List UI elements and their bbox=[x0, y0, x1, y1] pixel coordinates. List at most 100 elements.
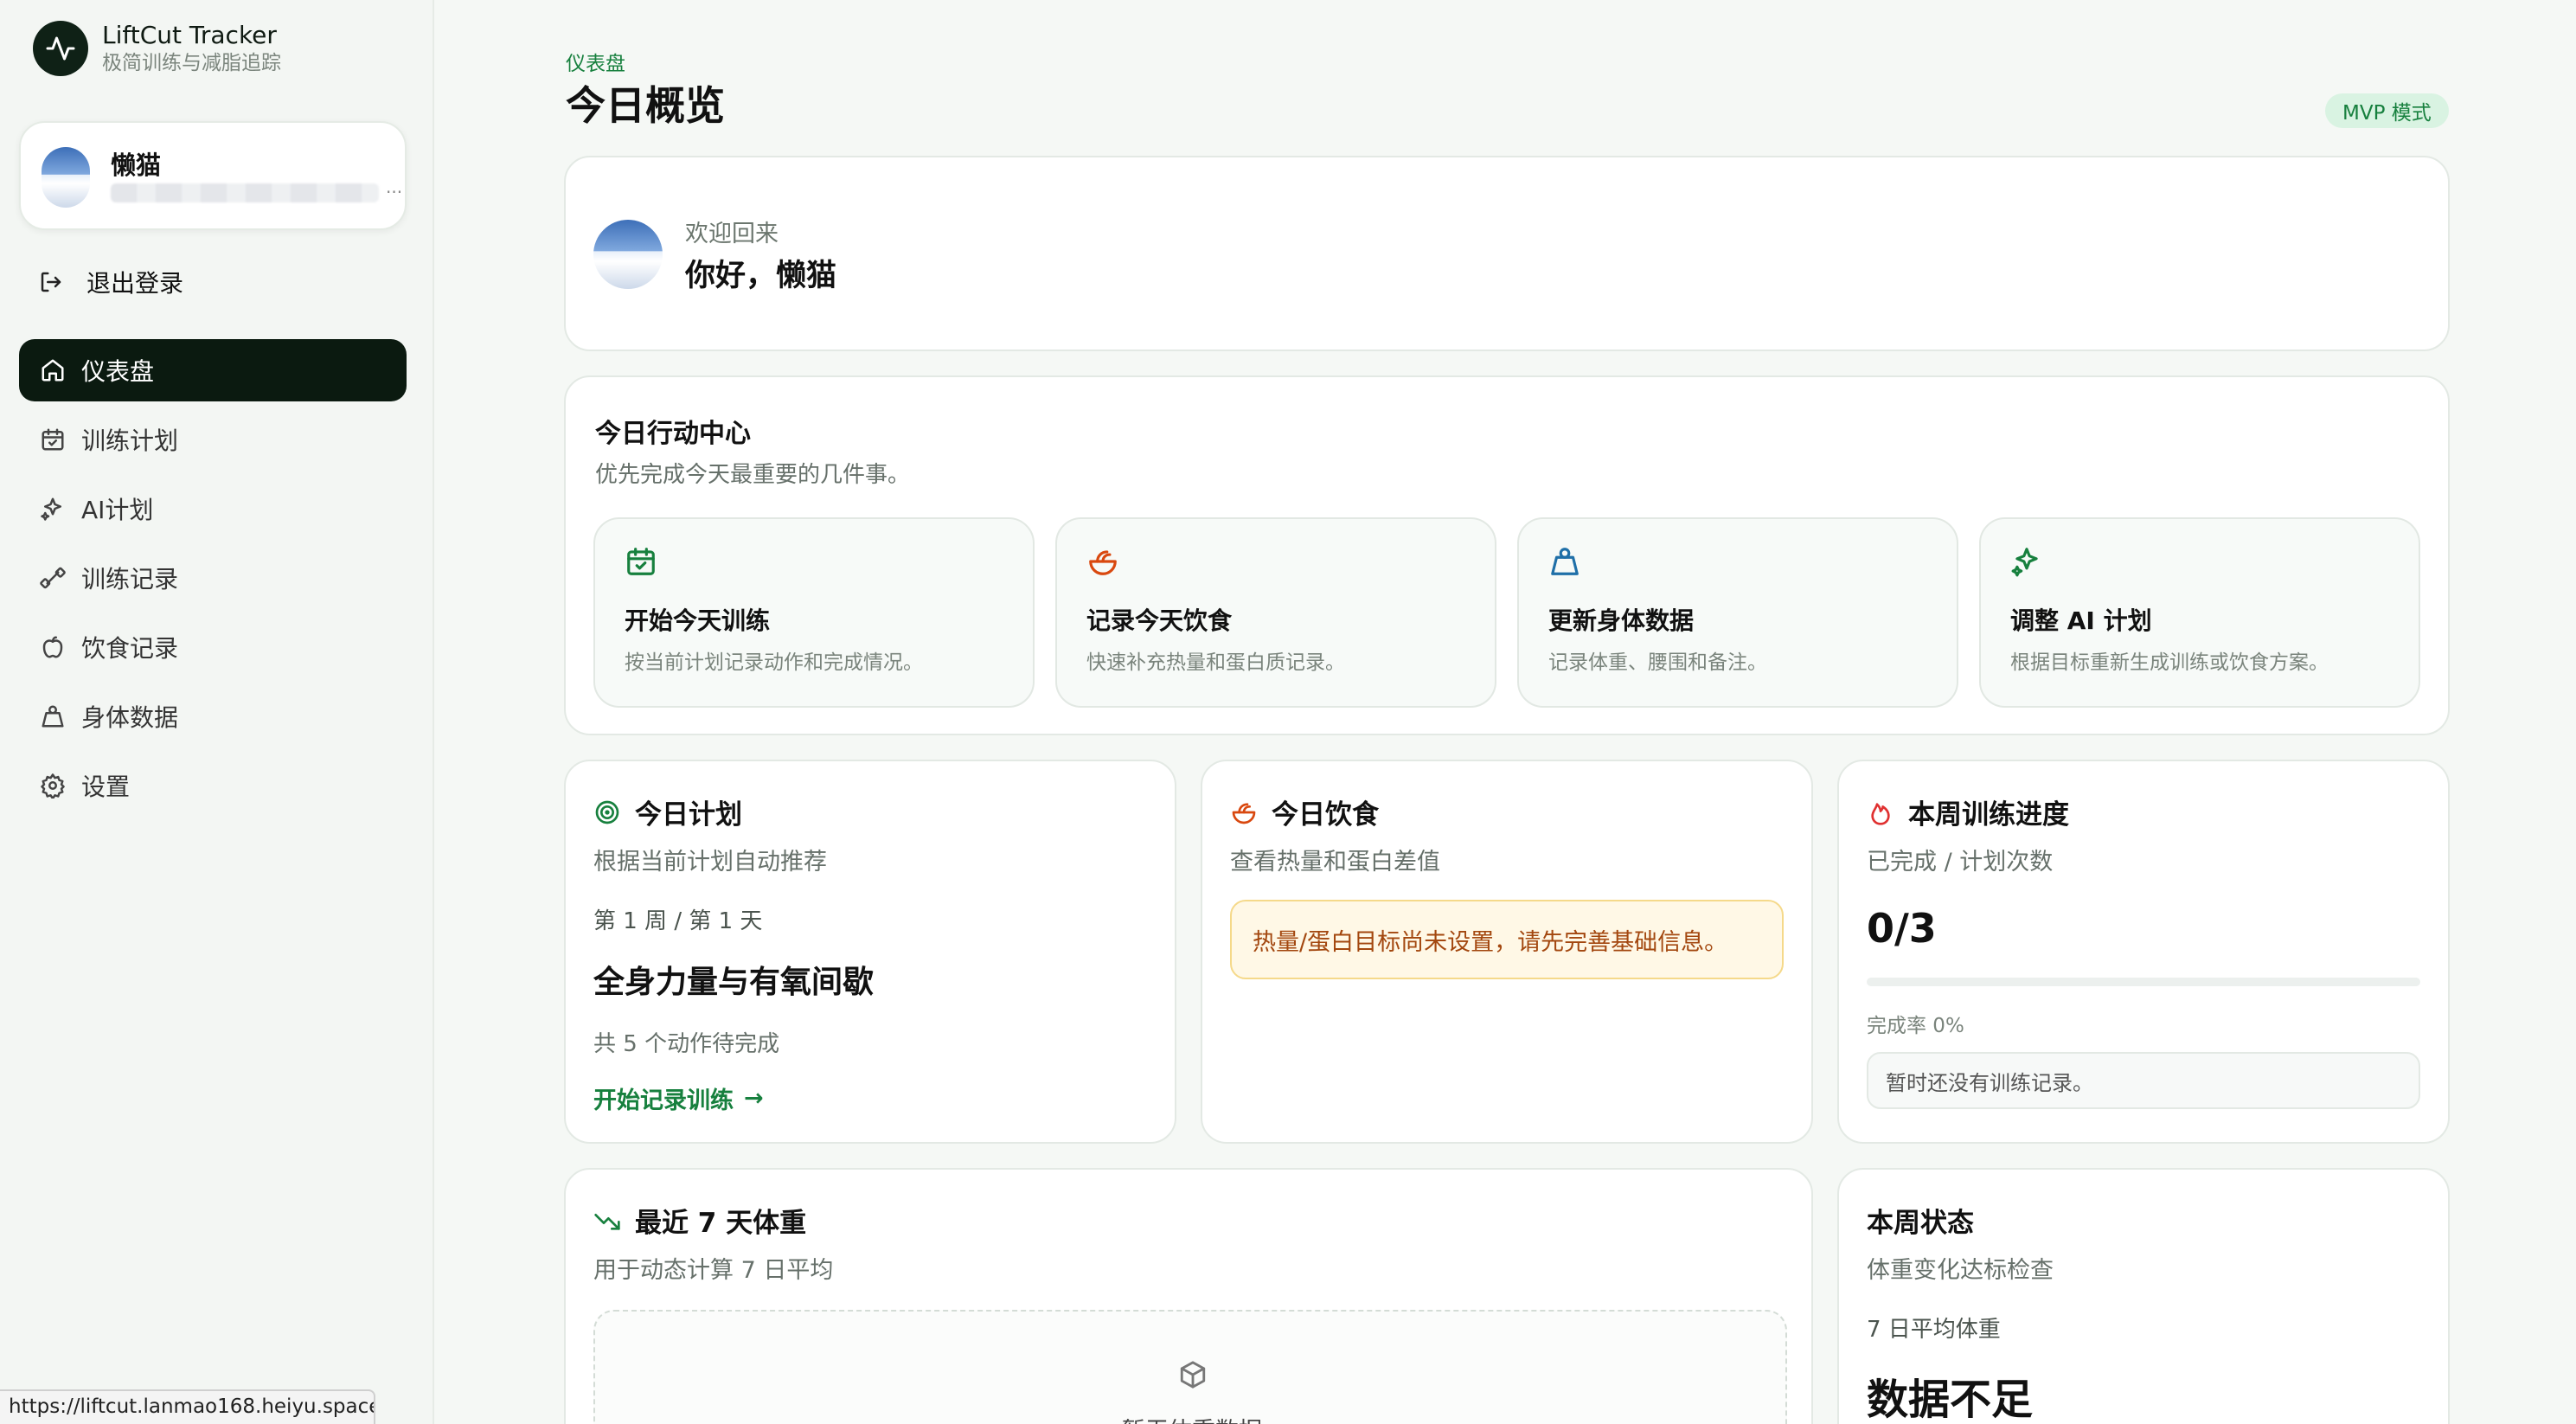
tile-title: 更新身体数据 bbox=[1548, 606, 1695, 635]
avatar bbox=[593, 220, 663, 289]
sidebar-item-settings[interactable]: 设置 bbox=[19, 754, 407, 817]
plan-week-day: 第 1 周 / 第 1 天 bbox=[593, 908, 763, 934]
weight-icon bbox=[1551, 548, 1579, 575]
avg-weight-value: 数据不足 bbox=[1867, 1376, 2034, 1424]
calendar-check-icon bbox=[627, 548, 655, 575]
sidebar: LiftCut Tracker 极简训练与减脂追踪 懒猫 ... 退出登录 仪表… bbox=[0, 0, 434, 1424]
action-tile-update-body[interactable]: 更新身体数据 记录体重、腰围和备注。 bbox=[1517, 517, 1958, 708]
user-card[interactable]: 懒猫 ... bbox=[19, 121, 407, 230]
today-plan-card: 今日计划 根据当前计划自动推荐 第 1 周 / 第 1 天 全身力量与有氧间歇 … bbox=[564, 760, 1176, 1144]
progress-bar bbox=[1867, 978, 2420, 986]
action-center-subtitle: 优先完成今天最重要的几件事。 bbox=[595, 462, 911, 488]
user-email-redacted bbox=[111, 183, 379, 202]
salad-icon bbox=[1089, 550, 1117, 575]
sidebar-item-label: 身体数据 bbox=[81, 703, 179, 732]
tile-title: 调整 AI 计划 bbox=[2010, 606, 2152, 635]
sidebar-item-label: 饮食记录 bbox=[81, 634, 179, 663]
card-subtitle: 用于动态计算 7 日平均 bbox=[593, 1257, 834, 1284]
app-root: LiftCut Tracker 极简训练与减脂追踪 懒猫 ... 退出登录 仪表… bbox=[0, 0, 2576, 1424]
sparkles-icon bbox=[2011, 548, 2038, 577]
weight-icon bbox=[42, 705, 64, 728]
brand-subtitle: 极简训练与减脂追踪 bbox=[102, 52, 281, 74]
pulse-icon bbox=[33, 21, 88, 76]
start-training-link[interactable]: 开始记录训练 → bbox=[593, 1081, 764, 1115]
sparkles-icon bbox=[41, 497, 61, 521]
action-tile-start-training[interactable]: 开始今天训练 按当前计划记录动作和完成情况。 bbox=[593, 517, 1035, 708]
sidebar-item-label: 设置 bbox=[81, 773, 131, 801]
card-title: 今日计划 bbox=[635, 799, 742, 831]
mode-badge: MVP 模式 bbox=[2325, 93, 2449, 128]
action-center-title: 今日行动中心 bbox=[595, 419, 751, 449]
sidebar-item-diet-log[interactable]: 饮食记录 bbox=[19, 616, 407, 678]
nutrition-warning: 热量/蛋白目标尚未设置，请先完善基础信息。 bbox=[1230, 900, 1784, 979]
tile-title: 记录今天饮食 bbox=[1086, 606, 1233, 635]
card-title: 今日饮食 bbox=[1272, 799, 1379, 831]
tile-desc: 快速补充热量和蛋白质记录。 bbox=[1086, 651, 1345, 674]
sidebar-item-body-data[interactable]: 身体数据 bbox=[19, 685, 407, 747]
week-progress-value: 0/3 bbox=[1867, 905, 1937, 952]
card-subtitle: 已完成 / 计划次数 bbox=[1867, 849, 2054, 876]
dumbbell-icon bbox=[40, 567, 66, 589]
card-subtitle: 体重变化达标检查 bbox=[1867, 1257, 2054, 1284]
sidebar-item-label: 仪表盘 bbox=[81, 357, 155, 386]
tile-title: 开始今天训练 bbox=[625, 606, 771, 635]
tile-desc: 根据目标重新生成训练或饮食方案。 bbox=[2010, 651, 2329, 674]
tile-desc: 按当前计划记录动作和完成情况。 bbox=[625, 651, 923, 674]
card-subtitle: 根据当前计划自动推荐 bbox=[593, 849, 827, 876]
week-progress-card: 本周训练进度 已完成 / 计划次数 0/3 完成率 0% 暂时还没有训练记录。 bbox=[1837, 760, 2450, 1144]
arrow-right-icon: → bbox=[744, 1085, 764, 1112]
user-name: 懒猫 bbox=[111, 151, 162, 180]
page-title: 今日概览 bbox=[566, 82, 725, 129]
weight-empty-state: 暂无体重数据 bbox=[593, 1310, 1787, 1424]
completion-rate: 完成率 0% bbox=[1867, 1015, 1964, 1037]
sidebar-nav: 仪表盘 训练计划 AI计划 训练记录 饮食记录 身体数据 设置 bbox=[19, 339, 407, 824]
logout-button[interactable]: 退出登录 bbox=[38, 265, 183, 299]
apple-icon bbox=[42, 636, 63, 658]
empty-state: 暂时还没有训练记录。 bbox=[1867, 1052, 2420, 1109]
welcome-subtitle: 欢迎回来 bbox=[685, 221, 779, 247]
sidebar-item-label: 训练记录 bbox=[81, 565, 179, 593]
status-url: https://liftcut.lanmao168.heiyu.space bbox=[0, 1389, 375, 1424]
plan-name: 全身力量与有氧间歇 bbox=[593, 965, 875, 1000]
salad-icon bbox=[1232, 802, 1256, 824]
card-subtitle: 查看热量和蛋白差值 bbox=[1230, 849, 1440, 876]
home-icon bbox=[42, 359, 64, 382]
welcome-greeting: 你好，懒猫 bbox=[685, 259, 837, 293]
sidebar-item-training-log[interactable]: 训练记录 bbox=[19, 547, 407, 609]
action-tile-log-food[interactable]: 记录今天饮食 快速补充热量和蛋白质记录。 bbox=[1055, 517, 1496, 708]
user-email-ellipsis: ... bbox=[386, 176, 403, 197]
sidebar-item-dashboard[interactable]: 仪表盘 bbox=[19, 339, 407, 401]
target-icon bbox=[595, 800, 619, 824]
logout-icon bbox=[41, 272, 61, 292]
start-training-label: 开始记录训练 bbox=[593, 1087, 734, 1114]
welcome-card: 欢迎回来 你好，懒猫 bbox=[564, 156, 2450, 351]
week-status-card: 本周状态 体重变化达标检查 7 日平均体重 数据不足 bbox=[1837, 1168, 2450, 1424]
sidebar-item-training-plan[interactable]: 训练计划 bbox=[19, 408, 407, 471]
action-center-card: 今日行动中心 优先完成今天最重要的几件事。 开始今天训练 按当前计划记录动作和完… bbox=[564, 375, 2450, 735]
plan-exercise-count: 共 5 个动作待完成 bbox=[593, 1031, 780, 1057]
brand-name: LiftCut Tracker bbox=[102, 21, 277, 49]
card-title: 本周训练进度 bbox=[1908, 799, 2069, 831]
brand[interactable]: LiftCut Tracker 极简训练与减脂追踪 bbox=[33, 21, 281, 76]
avg-weight-label: 7 日平均体重 bbox=[1867, 1317, 2001, 1343]
trending-down-icon bbox=[594, 1213, 620, 1230]
calendar-check-icon bbox=[42, 428, 64, 451]
sidebar-item-label: AI计划 bbox=[81, 496, 154, 524]
card-title: 最近 7 天体重 bbox=[635, 1208, 807, 1239]
box-icon bbox=[1180, 1361, 1206, 1389]
flame-icon bbox=[1871, 802, 1890, 825]
gear-icon bbox=[41, 773, 65, 799]
logout-label: 退出登录 bbox=[87, 269, 184, 298]
action-tile-adjust-ai[interactable]: 调整 AI 计划 根据目标重新生成训练或饮食方案。 bbox=[1979, 517, 2420, 708]
sidebar-item-ai-plan[interactable]: AI计划 bbox=[19, 478, 407, 540]
card-title: 本周状态 bbox=[1867, 1208, 1974, 1239]
breadcrumb[interactable]: 仪表盘 bbox=[566, 47, 625, 76]
tile-desc: 记录体重、腰围和备注。 bbox=[1548, 651, 1767, 674]
action-tiles: 开始今天训练 按当前计划记录动作和完成情况。 记录今天饮食 快速补充热量和蛋白质… bbox=[593, 517, 2420, 708]
weight-card: 最近 7 天体重 用于动态计算 7 日平均 暂无体重数据 bbox=[564, 1168, 1813, 1424]
today-food-card: 今日饮食 查看热量和蛋白差值 热量/蛋白目标尚未设置，请先完善基础信息。 bbox=[1201, 760, 1813, 1144]
sidebar-item-label: 训练计划 bbox=[81, 427, 179, 455]
avatar bbox=[42, 147, 90, 208]
main-content: 仪表盘 今日概览 MVP 模式 欢迎回来 你好，懒猫 今日行动中心 优先完成今天… bbox=[434, 0, 2576, 1424]
empty-text: 暂无体重数据 bbox=[595, 1412, 1789, 1424]
